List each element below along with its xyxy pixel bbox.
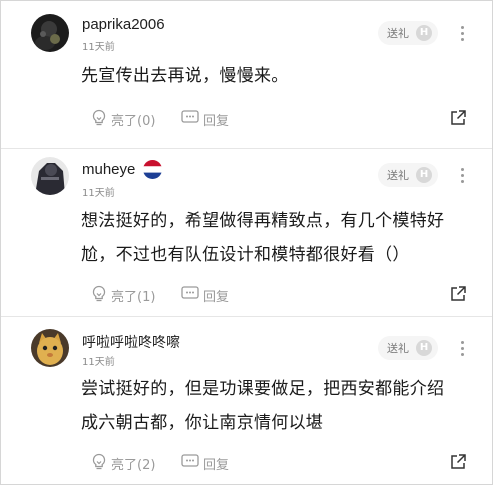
comment-content: 尝试挺好的，但是功课要做足，把西安都能介绍 成六朝古都，你让南京情何以堪 — [81, 372, 451, 440]
username[interactable]: paprika2006 — [82, 16, 165, 33]
timestamp: 11天前 — [82, 357, 115, 368]
like-label: 亮了(1) — [111, 290, 156, 305]
gift-button[interactable]: 送礼 H — [378, 21, 438, 45]
share-icon[interactable] — [449, 453, 467, 471]
like-label: 亮了(0) — [111, 114, 156, 129]
comment-line: 成六朝古都，你让南京情何以堪 — [81, 413, 324, 433]
more-icon[interactable] — [461, 26, 465, 44]
timestamp: 11天前 — [82, 188, 115, 199]
comment-item: 呼啦呼啦咚咚嚓 11天前 送礼 H 尝试挺好的，但是功课要做足，把西安都能介绍 … — [1, 317, 492, 484]
share-icon[interactable] — [449, 285, 467, 303]
reply-button[interactable]: 回复 — [181, 453, 241, 473]
reply-icon — [181, 454, 199, 467]
avatar[interactable] — [31, 329, 69, 367]
username[interactable]: 呼啦呼啦咚咚嚓 — [82, 332, 180, 352]
netherlands-flag-icon — [143, 160, 162, 179]
reply-label: 回复 — [203, 458, 230, 473]
gift-coin-icon: H — [416, 167, 432, 183]
gift-button[interactable]: 送礼 H — [378, 336, 438, 360]
like-button[interactable]: 亮了(2) — [91, 453, 161, 473]
reply-label: 回复 — [203, 114, 230, 129]
lightbulb-icon — [92, 285, 106, 302]
reply-icon — [181, 110, 199, 123]
more-icon[interactable] — [461, 341, 465, 359]
comment-item: paprika2006 11天前 送礼 H 先宣传出去再说，慢慢来。 亮了(0)… — [1, 1, 492, 151]
avatar[interactable] — [31, 14, 69, 52]
like-button[interactable]: 亮了(1) — [91, 285, 161, 305]
gift-coin-icon: H — [416, 340, 432, 356]
gift-label: 送礼 — [387, 27, 409, 40]
reply-button[interactable]: 回复 — [181, 285, 241, 305]
like-label: 亮了(2) — [111, 458, 156, 473]
gift-coin-icon: H — [416, 25, 432, 41]
more-icon[interactable] — [461, 168, 465, 186]
share-icon[interactable] — [449, 109, 467, 127]
lightbulb-icon — [92, 109, 106, 126]
comment-line: 尝试挺好的，但是功课要做足，把西安都能介绍 — [81, 379, 445, 399]
comment-line: 先宣传出去再说，慢慢来。 — [81, 66, 289, 86]
comment-item: muheye 11天前 送礼 H 想法挺好的，希望做得再精致点，有几个模特好 尬… — [1, 149, 492, 319]
reply-button[interactable]: 回复 — [181, 109, 241, 129]
gift-button[interactable]: 送礼 H — [378, 163, 438, 187]
timestamp: 11天前 — [82, 42, 115, 53]
gift-label: 送礼 — [387, 342, 409, 355]
lightbulb-icon — [92, 453, 106, 470]
comment-content: 先宣传出去再说，慢慢来。 — [81, 59, 451, 93]
comment-content: 想法挺好的，希望做得再精致点，有几个模特好 尬，不过也有队伍设计和模特都很好看（… — [81, 204, 451, 272]
comment-line: 想法挺好的，希望做得再精致点，有几个模特好 — [81, 211, 445, 231]
like-button[interactable]: 亮了(0) — [91, 109, 161, 129]
reply-icon — [181, 286, 199, 299]
gift-label: 送礼 — [387, 169, 409, 182]
comment-list: paprika2006 11天前 送礼 H 先宣传出去再说，慢慢来。 亮了(0)… — [0, 0, 493, 485]
comment-line: 尬，不过也有队伍设计和模特都很好看（） — [81, 245, 410, 265]
avatar[interactable] — [31, 157, 69, 195]
reply-label: 回复 — [203, 290, 230, 305]
username[interactable]: muheye — [82, 161, 135, 178]
